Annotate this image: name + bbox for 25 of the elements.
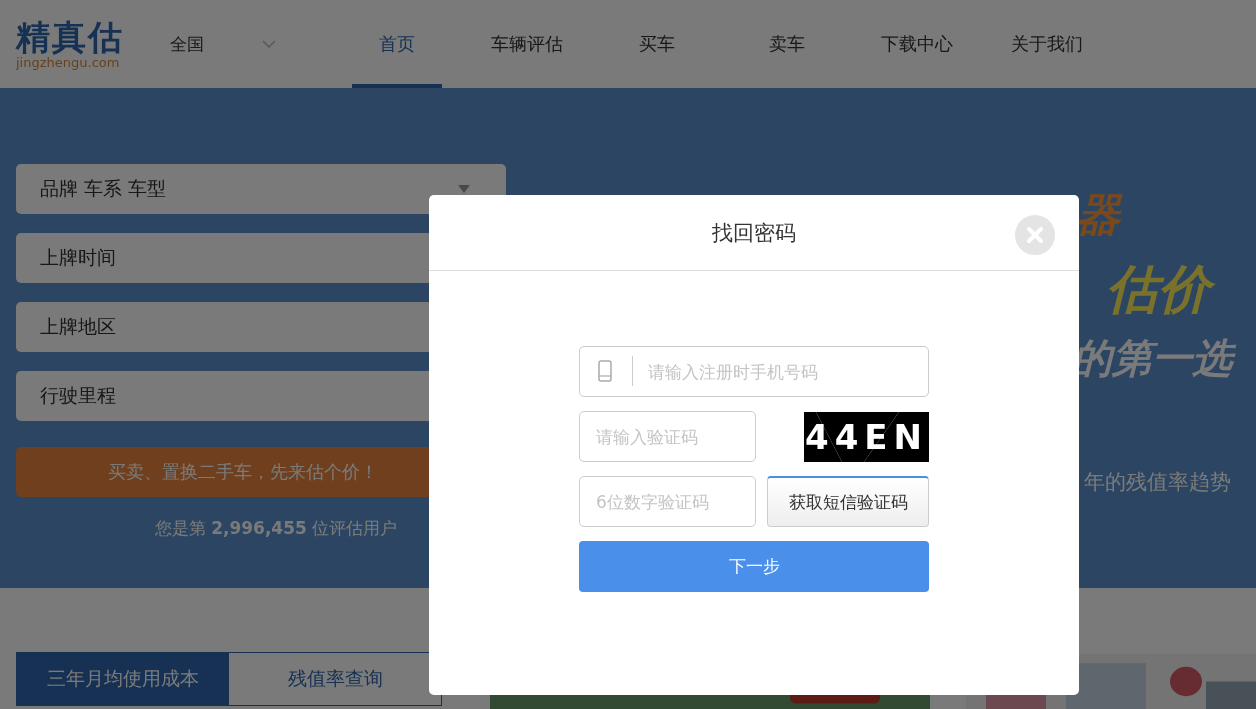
nav-tab[interactable]: 买车 bbox=[612, 0, 702, 88]
close-icon bbox=[1026, 226, 1044, 244]
next-button[interactable]: 下一步 bbox=[579, 541, 929, 592]
tab[interactable]: 三年月均使用成本 bbox=[17, 653, 229, 705]
chevron-down-icon bbox=[262, 40, 276, 48]
banner-slogan: 器 bbox=[1076, 186, 1132, 244]
dropdown-arrow-icon bbox=[458, 185, 470, 193]
banner-caption: 年的残值率趋势 bbox=[1084, 469, 1231, 496]
dialog-title: 找回密码 bbox=[712, 219, 796, 247]
captcha-field[interactable]: 请输入验证码 bbox=[579, 411, 756, 462]
user-count-text: 您是第 2,996,455 位评估用户 bbox=[153, 517, 399, 540]
banner-slogan: 估价 bbox=[1106, 256, 1222, 324]
close-button[interactable] bbox=[1015, 215, 1055, 255]
nav-tab[interactable]: 卖车 bbox=[742, 0, 832, 88]
captcha-image[interactable]: 44EN bbox=[804, 411, 929, 462]
phone-field[interactable]: 请输入注册时手机号码 bbox=[579, 346, 929, 397]
nav-tab[interactable]: 关于我们 bbox=[1002, 0, 1092, 88]
nav-tab[interactable]: 下载中心 bbox=[872, 0, 962, 88]
phone-icon bbox=[598, 360, 612, 382]
logo-domain: jingzhengu.com bbox=[16, 56, 121, 70]
nav-tab[interactable]: 车辆评估 bbox=[482, 0, 572, 88]
logo-text[interactable]: 精真估 bbox=[16, 18, 156, 56]
sms-code-button[interactable]: 获取短信验证码 bbox=[767, 476, 929, 527]
model-select[interactable]: 品牌 车系 车型 bbox=[16, 164, 506, 214]
sms-code-field[interactable]: 6位数字验证码 bbox=[579, 476, 756, 527]
